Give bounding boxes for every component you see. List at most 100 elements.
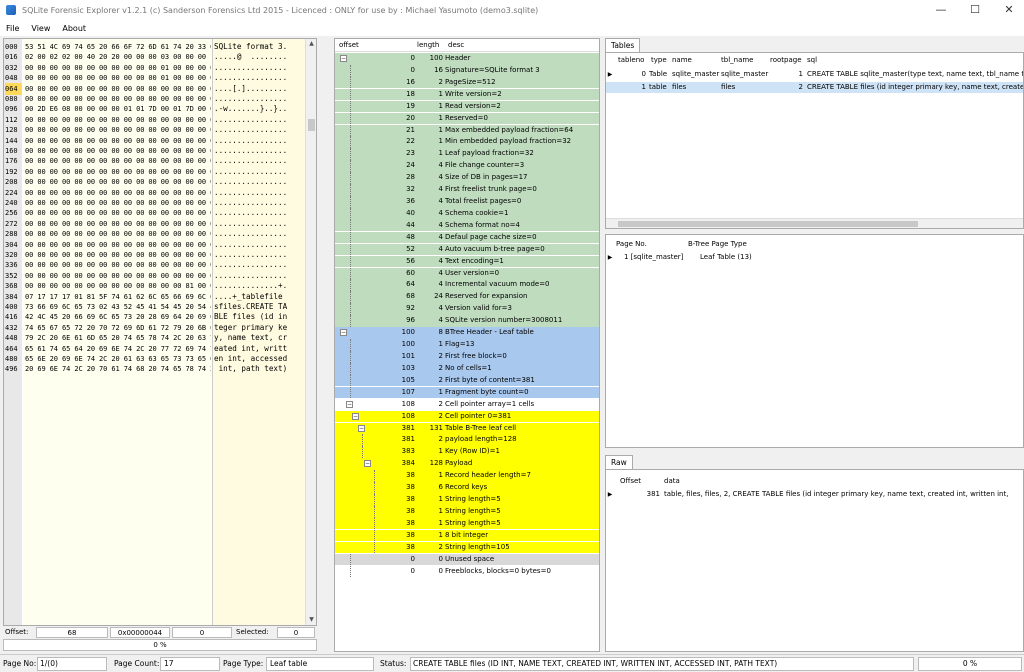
- tree-node[interactable]: 0 0 Freeblocks, blocks=0 bytes=0: [335, 565, 599, 578]
- tree-node[interactable]: 60 4 User version=0: [335, 267, 599, 280]
- scroll-thumb[interactable]: [308, 119, 315, 131]
- tree-node[interactable]: 24 4 File change counter=3: [335, 160, 599, 172]
- node-offset: 38: [406, 495, 415, 504]
- tree-node[interactable]: 23 1 Leaf payload fraction=32: [335, 148, 599, 160]
- node-length: 8: [438, 328, 443, 337]
- tree-node[interactable]: −108 2 Cell pointer 0=381: [335, 410, 599, 423]
- col-offset[interactable]: offset: [339, 41, 359, 49]
- tree-node[interactable]: 22 1 Min embedded payload fraction=32: [335, 136, 599, 149]
- tree-node[interactable]: 38 1 8 bit integer: [335, 529, 599, 542]
- tree-node[interactable]: 21 1 Max embedded payload fraction=64: [335, 124, 599, 137]
- structure-tree[interactable]: offset length desc −0 100 Header 0 16 Signatu…: [334, 38, 600, 652]
- tree-node[interactable]: −381 131 Table B-Tree leaf cell: [335, 422, 599, 435]
- table-row[interactable]: ▶ 1 [sqlite_master] Leaf Table (13): [606, 252, 1023, 263]
- hex-vertical-scrollbar[interactable]: ▲ ▼: [305, 39, 316, 625]
- col-tbl-name[interactable]: tbl_name: [721, 56, 753, 64]
- menu-view[interactable]: View: [25, 24, 56, 33]
- table-row[interactable]: ▶ 0 Table sqlite_master sqlite_master 1 …: [606, 69, 1023, 80]
- tree-node[interactable]: 20 1 Reserved=0: [335, 112, 599, 125]
- maximize-button[interactable]: ☐: [960, 0, 990, 20]
- tree-node[interactable]: 103 2 No of cells=1: [335, 362, 599, 375]
- node-length: 2: [438, 542, 443, 551]
- tables-grid[interactable]: tableno type name tbl_name rootpage sql …: [605, 52, 1024, 229]
- tree-node[interactable]: −100 8 BTree Header - Leaf table: [335, 327, 599, 339]
- menu-file[interactable]: File: [0, 24, 25, 33]
- tab-tables[interactable]: Tables: [605, 38, 641, 52]
- table-row[interactable]: 1 table files files 2 CREATE TABLE files…: [606, 82, 1023, 93]
- pages-grid[interactable]: Page No. B-Tree Page Type ▶ 1 [sqlite_ma…: [605, 234, 1024, 448]
- hex-offset: 496: [5, 365, 18, 374]
- tree-node[interactable]: 40 4 Schema cookie=1: [335, 207, 599, 220]
- cell-tableno: 0: [641, 70, 646, 78]
- tree-node[interactable]: 38 1 String length=5: [335, 505, 599, 518]
- tree-node[interactable]: 38 1 String length=5: [335, 517, 599, 530]
- node-offset: 100: [401, 328, 415, 337]
- tree-node[interactable]: 32 4 First freelist trunk page=0: [335, 184, 599, 196]
- hex-bytes[interactable]: 20 69 6E 74 2C 20 70 61 74 68 20 74 65 7…: [25, 363, 211, 375]
- tree-node[interactable]: 38 6 Record keys: [335, 482, 599, 494]
- tables-grid-header: tableno type name tbl_name rootpage sql: [606, 55, 1023, 67]
- node-offset: 23: [406, 149, 415, 158]
- tree-node[interactable]: 92 4 Version valid for=3: [335, 303, 599, 315]
- tables-horizontal-scrollbar[interactable]: [606, 218, 1023, 228]
- tree-node[interactable]: 107 1 Fragment byte count=0: [335, 386, 599, 399]
- col-raw-offset[interactable]: Offset: [620, 477, 641, 485]
- table-row[interactable]: ▶ 381 table, files, files, 2, CREATE TAB…: [606, 489, 1023, 500]
- hex-ascii[interactable]: int, path text): [214, 363, 307, 375]
- minimize-button[interactable]: —: [926, 0, 956, 20]
- raw-grid[interactable]: Offset data ▶ 381 table, files, files, 2…: [605, 469, 1024, 652]
- tree-node[interactable]: 48 4 Defaul page cache size=0: [335, 231, 599, 244]
- node-offset: 38: [406, 483, 415, 492]
- tree-node[interactable]: 28 4 Size of DB in pages=17: [335, 172, 599, 184]
- menu-bar: File View About: [0, 20, 1024, 36]
- tree-node[interactable]: 64 4 Incremental vacuum mode=0: [335, 279, 599, 292]
- col-raw-data[interactable]: data: [664, 477, 680, 485]
- close-button[interactable]: ✕: [994, 0, 1024, 20]
- offset-label: Offset:: [5, 628, 29, 636]
- node-offset: 381: [401, 435, 415, 444]
- tree-node[interactable]: 16 2 PageSize=512: [335, 76, 599, 89]
- col-rootpage[interactable]: rootpage: [770, 56, 802, 64]
- tree-node[interactable]: 383 1 Key (Row ID)=1: [335, 446, 599, 458]
- col-tableno[interactable]: tableno: [618, 56, 644, 64]
- col-type[interactable]: type: [651, 56, 667, 64]
- cell-page-no: 1 [sqlite_master]: [624, 253, 684, 261]
- tree-node[interactable]: −108 2 Cell pointer array=1 cells: [335, 398, 599, 411]
- tree-node[interactable]: 0 0 Unused space: [335, 553, 599, 566]
- tree-node[interactable]: 52 4 Auto vacuum b-tree page=0: [335, 243, 599, 256]
- tree-node[interactable]: 38 1 Record header length=7: [335, 470, 599, 482]
- tree-node[interactable]: 68 24 Reserved for expansion: [335, 291, 599, 303]
- tree-node[interactable]: 19 1 Read version=2: [335, 100, 599, 113]
- col-page-no[interactable]: Page No.: [616, 240, 647, 248]
- col-desc[interactable]: desc: [448, 41, 464, 49]
- tree-node[interactable]: 56 4 Text encoding=1: [335, 255, 599, 268]
- node-desc: Write version=2: [445, 89, 502, 98]
- scroll-thumb[interactable]: [618, 221, 918, 227]
- tree-node[interactable]: 0 16 Signature=SQLite format 3: [335, 64, 599, 77]
- tree-node[interactable]: −0 100 Header: [335, 53, 599, 65]
- col-sql[interactable]: sql: [807, 56, 817, 64]
- col-name[interactable]: name: [672, 56, 692, 64]
- tree-node[interactable]: 38 1 String length=5: [335, 494, 599, 506]
- scroll-down-icon[interactable]: ▼: [306, 615, 316, 625]
- col-length[interactable]: length: [417, 41, 439, 49]
- scroll-up-icon[interactable]: ▲: [306, 39, 316, 49]
- tree-node[interactable]: 105 2 First byte of content=381: [335, 374, 599, 387]
- tab-raw[interactable]: Raw: [605, 455, 633, 469]
- tree-node[interactable]: 100 1 Flag=13: [335, 339, 599, 351]
- tree-node[interactable]: 38 2 String length=105: [335, 541, 599, 554]
- node-desc: payload length=128: [445, 435, 517, 444]
- tree-node[interactable]: 36 4 Total freelist pages=0: [335, 196, 599, 208]
- tree-node[interactable]: 44 4 Schema format no=4: [335, 219, 599, 232]
- tree-node[interactable]: 96 4 SQLite version number=3008011: [335, 315, 599, 327]
- node-length: 4: [438, 173, 443, 182]
- tree-node[interactable]: 18 1 Write version=2: [335, 88, 599, 101]
- hex-view[interactable]: 000 53 51 4C 69 74 65 20 66 6F 72 6D 61 7…: [3, 38, 317, 626]
- node-offset: 18: [406, 89, 415, 98]
- menu-about[interactable]: About: [56, 24, 92, 33]
- tables-tabbar: Tables: [605, 38, 1024, 52]
- col-btree-page-type[interactable]: B-Tree Page Type: [688, 240, 747, 248]
- tree-node[interactable]: 101 2 First free block=0: [335, 351, 599, 363]
- tree-node[interactable]: −384 128 Payload: [335, 458, 599, 470]
- tree-node[interactable]: 381 2 payload length=128: [335, 434, 599, 447]
